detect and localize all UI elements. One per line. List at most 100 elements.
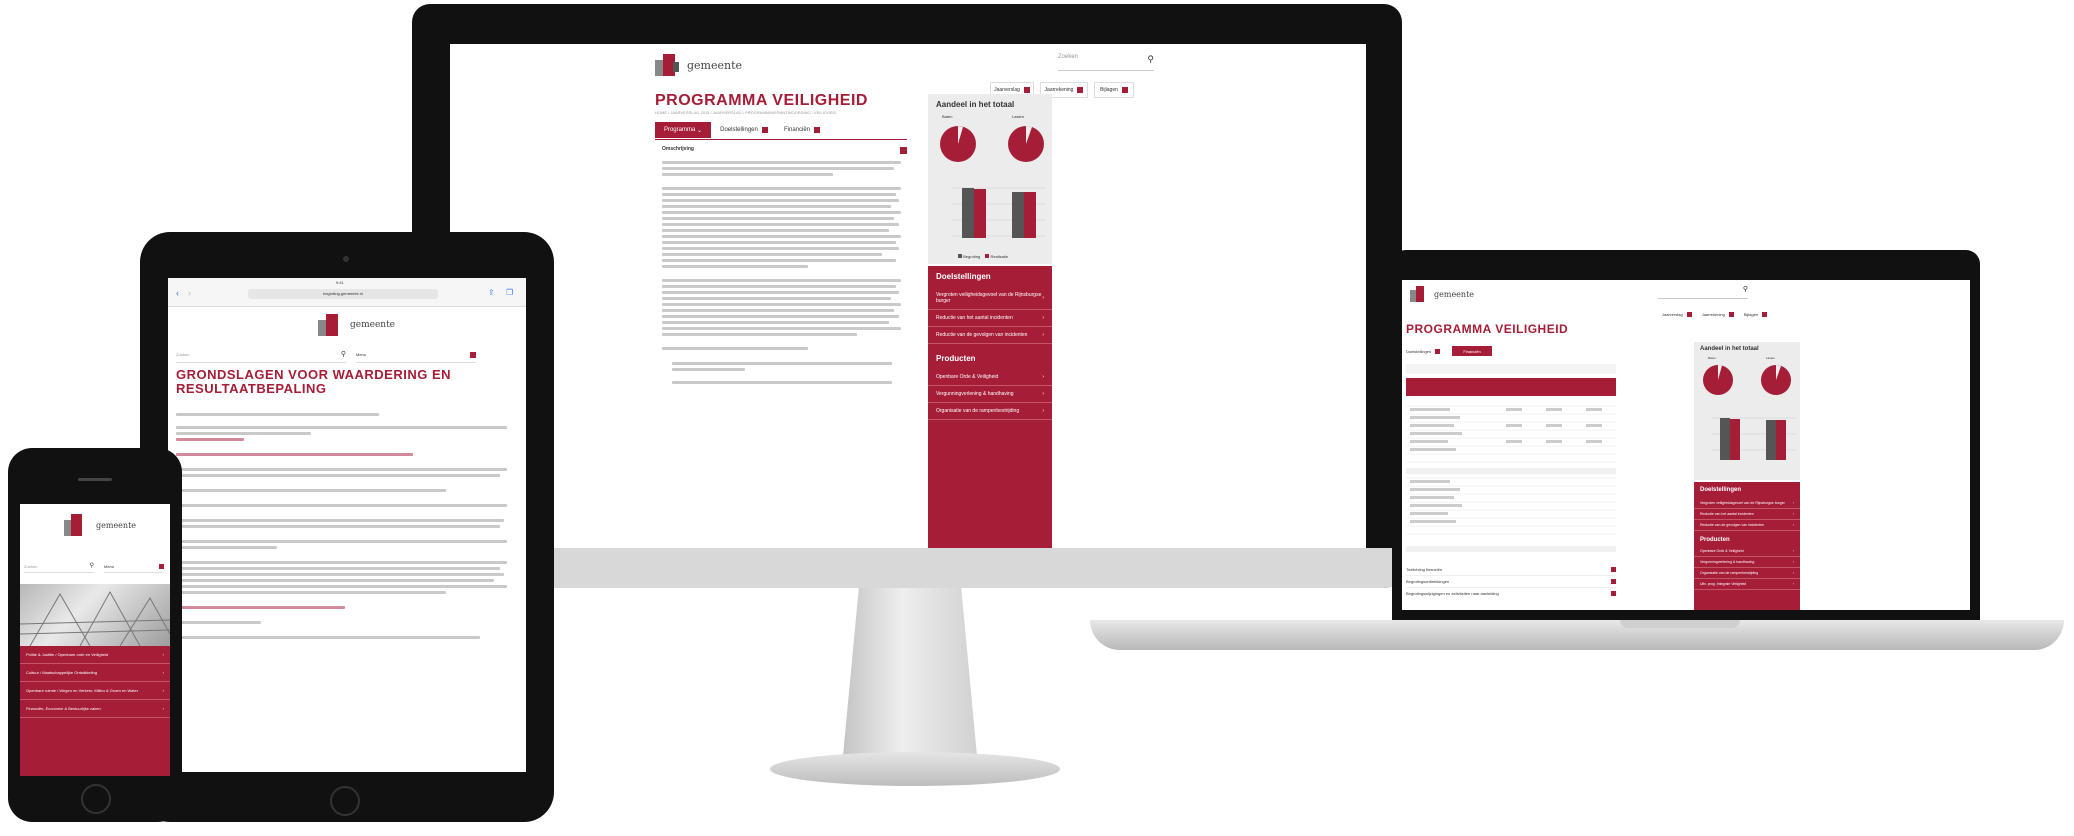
laptop-accordions: Toelichting financiën Begrotingsonttrekk… [1406, 564, 1616, 599]
product-item[interactable]: Openbare Orde & Veiligheid › [1694, 546, 1800, 557]
products-title: Producten [936, 354, 976, 363]
tab-financien[interactable]: Financiën [1452, 346, 1492, 356]
plus-icon [1611, 591, 1616, 596]
body-text [662, 158, 906, 387]
goal-item[interactable]: Reductie van de gevolgen van incidenten › [928, 327, 1052, 344]
tablet-menu-button[interactable]: Menu [356, 352, 476, 363]
logo-text: gemeente [687, 58, 743, 72]
phone-search-input[interactable]: Zoeken ⚲ [24, 563, 94, 573]
nav-label: Jaarrekening [1044, 87, 1074, 93]
plus-icon [1611, 567, 1616, 572]
back-icon[interactable]: ‹ [176, 288, 179, 298]
logo-text: gemeente [1434, 289, 1475, 299]
phone-menu-item[interactable]: Openbare ruimte / Wegen en Verkeer, Mili… [20, 682, 170, 700]
product-item[interactable]: Organisatie van de rampenbestrijding › [928, 403, 1052, 420]
nav-jaarrekening[interactable]: Jaarrekening [1701, 312, 1734, 318]
products-title: Producten [1700, 537, 1730, 543]
goal-item[interactable]: Vergroten veiligheidsgevoel van de Rijns… [928, 287, 1052, 310]
logo-text: gemeente [96, 520, 137, 530]
search-icon[interactable]: ⚲ [1147, 54, 1154, 65]
share-icon[interactable]: ⇪ [488, 288, 495, 297]
table-header-row [1406, 378, 1616, 396]
product-item[interactable]: Vergunningverlening & handhaving › [928, 386, 1052, 403]
product-item[interactable]: Openbare Orde & Veiligheid › [928, 369, 1052, 386]
product-item[interactable]: Vergunningverlening & handhaving › [1694, 557, 1800, 568]
tablet-home-button[interactable] [330, 786, 360, 816]
phone-screen: gemeente Zoeken ⚲ Menu Politie & Justitie… [20, 504, 170, 776]
goal-item[interactable]: Reductie van het aantal incidenten › [1694, 509, 1800, 520]
phone-menu-item[interactable]: Politie & Justitie / Openbare orde en Ve… [20, 646, 170, 664]
chevron-right-icon: › [1042, 391, 1044, 397]
tab-doelstellingen[interactable]: Doelstellingen [715, 122, 773, 138]
laptop-logo[interactable]: gemeente [1410, 286, 1474, 302]
monitor-stand [842, 588, 978, 758]
phone-home-button[interactable] [81, 784, 111, 814]
product-item[interactable]: Uitv. prog. Integrale Veiligheid › [1694, 579, 1800, 590]
tablet-search-input[interactable]: Zoeken ⚲ [176, 351, 346, 363]
product-label: Organisatie van de rampenbestrijding [1700, 571, 1759, 575]
search-icon: ⚲ [340, 351, 346, 358]
search-placeholder: Zoeken [176, 352, 190, 357]
accordion-item[interactable]: Begrotingsonttrekkingen [1406, 576, 1616, 588]
laptop-bar-chart [1712, 417, 1796, 460]
laptop-pie-charts [1703, 364, 1791, 395]
phone-logo[interactable]: gemeente [64, 514, 136, 536]
product-label: Vergunningverlening & handhaving [1700, 560, 1755, 564]
tab-label: Programma [663, 127, 696, 133]
chevron-right-icon: › [1042, 408, 1044, 414]
status-time: 9:41 [336, 280, 344, 285]
plus-icon [1023, 87, 1030, 93]
bar-realisatie-2 [1024, 192, 1036, 238]
search-input[interactable]: Zoeken ⚲ [1058, 54, 1154, 71]
goal-item[interactable]: Reductie van het aantal incidenten › [928, 310, 1052, 327]
site-logo[interactable]: gemeente [655, 54, 742, 76]
goal-label: Vergroten veiligheidsgevoel van de Rijns… [1700, 501, 1785, 505]
legend-realisatie: Realisatie [990, 254, 1009, 259]
bar-realisatie-1 [974, 189, 986, 238]
tabs-icon[interactable]: ❐ [506, 288, 513, 297]
search-icon: ⚲ [89, 563, 94, 569]
browser-bar: 9:41 begroting.gemeente.nl ‹ › ⇪ ❐ [168, 278, 526, 307]
tab-financien[interactable]: Financiën [777, 122, 827, 138]
chevron-right-icon: › [1792, 549, 1794, 553]
product-item[interactable]: Organisatie van de rampenbestrijding › [1694, 568, 1800, 579]
accordion-label: Begrotingswijzigingen en activiteiten na… [1406, 591, 1499, 596]
nav-jaarverslag[interactable]: Jaarverslag [1662, 312, 1692, 318]
tab-doelstellingen[interactable]: Doelstellingen [1406, 346, 1446, 356]
logo-text: gemeente [350, 320, 396, 330]
product-label: Organisatie van de rampenbestrijding [936, 408, 1020, 414]
nav-bijlagen[interactable]: Bijlagen [1094, 82, 1134, 98]
legend-begroting: Begroting [963, 254, 981, 259]
menu-item-label: Openbare ruimte / Wegen en Verkeer, Mili… [26, 688, 139, 693]
chevron-right-icon: › [162, 652, 164, 657]
accordion-item[interactable]: Begrotingswijzigingen en activiteiten na… [1406, 588, 1616, 599]
chevron-right-icon: › [1792, 560, 1794, 564]
desktop-screen: gemeente Zoeken ⚲ Jaarverslag Jaarrekeni… [450, 44, 1366, 548]
tablet-logo[interactable]: gemeente [318, 314, 395, 336]
goal-item[interactable]: Vergroten veiligheidsgevoel van de Rijns… [1694, 498, 1800, 509]
breadcrumb: HOME / JAARVERSLAG 2015 / JAARVERSLAG / … [655, 110, 837, 115]
goal-label: Reductie van de gevolgen van incidenten [1700, 523, 1765, 527]
tab-programma[interactable]: Programma ⌄ [655, 122, 711, 138]
url-bar[interactable]: begroting.gemeente.nl [248, 289, 438, 299]
laptop-search-input[interactable]: ⚲ [1658, 286, 1748, 299]
tablet-body-text [176, 410, 514, 642]
phone-menu-item[interactable]: Cultuur / Maatschappelijke Ontwikkeling › [20, 664, 170, 682]
phone-menu-button[interactable]: Menu [104, 564, 164, 573]
chevron-right-icon: › [1042, 315, 1044, 321]
collapse-icon[interactable] [900, 147, 907, 154]
nav-label: Bijlagen [1100, 87, 1118, 93]
chevron-right-icon: › [1042, 332, 1044, 338]
goal-item[interactable]: Reductie van de gevolgen van incidenten › [1694, 520, 1800, 531]
nav-label: Jaarrekening [1701, 312, 1725, 317]
sidebar-title: Aandeel in het totaal [1700, 346, 1759, 352]
goal-label: Reductie van het aantal incidenten [1700, 512, 1754, 516]
nav-bijlagen[interactable]: Bijlagen [1744, 312, 1768, 318]
chevron-right-icon: › [1792, 582, 1794, 586]
chevron-right-icon: › [162, 706, 164, 711]
product-label: Openbare Orde & Veiligheid [936, 374, 999, 380]
phone-menu-item[interactable]: Financiën, Economie & Bestuurlijke zaken… [20, 700, 170, 718]
phone-menu: Politie & Justitie / Openbare orde en Ve… [20, 646, 170, 776]
forward-icon[interactable]: › [188, 288, 191, 298]
accordion-item[interactable]: Toelichting financiën [1406, 564, 1616, 576]
